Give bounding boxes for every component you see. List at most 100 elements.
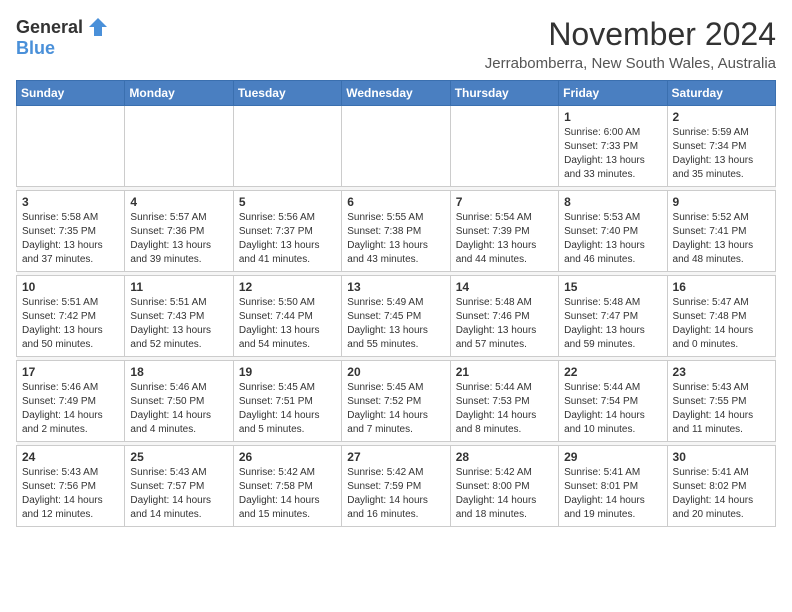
day-detail: Sunrise: 6:00 AMSunset: 7:33 PMDaylight:… bbox=[564, 126, 661, 182]
weekday-header-monday: Monday bbox=[125, 81, 233, 106]
day-number: 19 bbox=[239, 365, 336, 379]
day-detail: Sunrise: 5:41 AMSunset: 8:01 PMDaylight:… bbox=[564, 466, 661, 522]
page-header: General Blue November 2024 Jerrabomberra… bbox=[16, 16, 776, 72]
calendar-cell: 21Sunrise: 5:44 AMSunset: 7:53 PMDayligh… bbox=[450, 361, 558, 442]
day-number: 8 bbox=[564, 195, 661, 209]
weekday-header-friday: Friday bbox=[559, 81, 667, 106]
day-detail: Sunrise: 5:57 AMSunset: 7:36 PMDaylight:… bbox=[130, 211, 227, 267]
day-number: 22 bbox=[564, 365, 661, 379]
day-detail: Sunrise: 5:46 AMSunset: 7:50 PMDaylight:… bbox=[130, 381, 227, 437]
day-number: 11 bbox=[130, 280, 227, 294]
day-number: 12 bbox=[239, 280, 336, 294]
day-number: 25 bbox=[130, 450, 227, 464]
weekday-header-wednesday: Wednesday bbox=[342, 81, 450, 106]
calendar-cell: 6 Sunrise: 5:55 AMSunset: 7:38 PMDaylight… bbox=[342, 191, 450, 272]
day-detail: Sunrise: 5:44 AMSunset: 7:53 PMDaylight:… bbox=[456, 381, 553, 437]
day-number: 16 bbox=[673, 280, 770, 294]
day-detail: Sunrise: 5:59 AMSunset: 7:34 PMDaylight:… bbox=[673, 126, 770, 182]
calendar-week-row: 17 Sunrise: 5:46 AMSunset: 7:49 PMDayligh… bbox=[17, 361, 776, 442]
calendar-cell: 15 Sunrise: 5:48 AMSunset: 7:47 PMDayligh… bbox=[559, 276, 667, 357]
calendar-cell: 4Sunrise: 5:57 AMSunset: 7:36 PMDaylight… bbox=[125, 191, 233, 272]
day-number: 5 bbox=[239, 195, 336, 209]
logo-blue: Blue bbox=[16, 38, 55, 58]
day-number: 2 bbox=[673, 110, 770, 124]
calendar-cell: 17 Sunrise: 5:46 AMSunset: 7:49 PMDayligh… bbox=[17, 361, 125, 442]
logo-icon bbox=[87, 16, 109, 38]
day-detail: Sunrise: 5:44 AMSunset: 7:54 PMDaylight:… bbox=[564, 381, 661, 437]
calendar-cell: 11 Sunrise: 5:51 AMSunset: 7:43 PMDayligh… bbox=[125, 276, 233, 357]
calendar-cell: 30 Sunrise: 5:41 AMSunset: 8:02 PMDayligh… bbox=[667, 446, 775, 527]
day-detail: Sunrise: 5:52 AMSunset: 7:41 PMDaylight:… bbox=[673, 211, 770, 267]
day-number: 27 bbox=[347, 450, 444, 464]
day-detail: Sunrise: 5:45 AMSunset: 7:52 PMDaylight:… bbox=[347, 381, 444, 437]
month-title: November 2024 bbox=[485, 16, 776, 53]
day-detail: Sunrise: 5:47 AMSunset: 7:48 PMDaylight:… bbox=[673, 296, 770, 352]
day-detail: Sunrise: 5:50 AMSunset: 7:44 PMDaylight:… bbox=[239, 296, 336, 352]
day-number: 17 bbox=[22, 365, 119, 379]
calendar-cell: 25 Sunrise: 5:43 AMSunset: 7:57 PMDayligh… bbox=[125, 446, 233, 527]
logo-general: General bbox=[16, 17, 83, 38]
day-number: 7 bbox=[456, 195, 553, 209]
day-detail: Sunrise: 5:54 AMSunset: 7:39 PMDaylight:… bbox=[456, 211, 553, 267]
calendar-cell bbox=[450, 106, 558, 187]
logo: General Blue bbox=[16, 16, 109, 59]
day-detail: Sunrise: 5:46 AMSunset: 7:49 PMDaylight:… bbox=[22, 381, 119, 437]
day-detail: Sunrise: 5:42 AMSunset: 7:58 PMDaylight:… bbox=[239, 466, 336, 522]
location-title: Jerrabomberra, New South Wales, Australi… bbox=[485, 55, 776, 72]
day-detail: Sunrise: 5:48 AMSunset: 7:47 PMDaylight:… bbox=[564, 296, 661, 352]
day-detail: Sunrise: 5:45 AMSunset: 7:51 PMDaylight:… bbox=[239, 381, 336, 437]
day-detail: Sunrise: 5:43 AMSunset: 7:56 PMDaylight:… bbox=[22, 466, 119, 522]
day-detail: Sunrise: 5:49 AMSunset: 7:45 PMDaylight:… bbox=[347, 296, 444, 352]
calendar-cell bbox=[342, 106, 450, 187]
day-number: 1 bbox=[564, 110, 661, 124]
day-number: 15 bbox=[564, 280, 661, 294]
day-number: 23 bbox=[673, 365, 770, 379]
day-number: 28 bbox=[456, 450, 553, 464]
day-detail: Sunrise: 5:48 AMSunset: 7:46 PMDaylight:… bbox=[456, 296, 553, 352]
calendar-cell: 24 Sunrise: 5:43 AMSunset: 7:56 PMDayligh… bbox=[17, 446, 125, 527]
day-number: 30 bbox=[673, 450, 770, 464]
day-detail: Sunrise: 5:51 AMSunset: 7:43 PMDaylight:… bbox=[130, 296, 227, 352]
calendar-header-row: SundayMondayTuesdayWednesdayThursdayFrid… bbox=[17, 81, 776, 106]
calendar-cell bbox=[125, 106, 233, 187]
day-detail: Sunrise: 5:56 AMSunset: 7:37 PMDaylight:… bbox=[239, 211, 336, 267]
calendar-cell: 20 Sunrise: 5:45 AMSunset: 7:52 PMDayligh… bbox=[342, 361, 450, 442]
calendar-cell: 27 Sunrise: 5:42 AMSunset: 7:59 PMDayligh… bbox=[342, 446, 450, 527]
calendar-cell: 26Sunrise: 5:42 AMSunset: 7:58 PMDayligh… bbox=[233, 446, 341, 527]
day-number: 3 bbox=[22, 195, 119, 209]
calendar-cell: 19 Sunrise: 5:45 AMSunset: 7:51 PMDayligh… bbox=[233, 361, 341, 442]
day-number: 6 bbox=[347, 195, 444, 209]
calendar-table: SundayMondayTuesdayWednesdayThursdayFrid… bbox=[16, 80, 776, 527]
calendar-cell: 8Sunrise: 5:53 AMSunset: 7:40 PMDaylight… bbox=[559, 191, 667, 272]
calendar-week-row: 1 Sunrise: 6:00 AMSunset: 7:33 PMDaylight… bbox=[17, 106, 776, 187]
day-number: 13 bbox=[347, 280, 444, 294]
calendar-cell: 10 Sunrise: 5:51 AMSunset: 7:42 PMDayligh… bbox=[17, 276, 125, 357]
calendar-cell: 16 Sunrise: 5:47 AMSunset: 7:48 PMDayligh… bbox=[667, 276, 775, 357]
calendar-cell: 29 Sunrise: 5:41 AMSunset: 8:01 PMDayligh… bbox=[559, 446, 667, 527]
day-detail: Sunrise: 5:51 AMSunset: 7:42 PMDaylight:… bbox=[22, 296, 119, 352]
calendar-cell: 2 Sunrise: 5:59 AMSunset: 7:34 PMDaylight… bbox=[667, 106, 775, 187]
calendar-cell: 7 Sunrise: 5:54 AMSunset: 7:39 PMDaylight… bbox=[450, 191, 558, 272]
calendar-cell: 3Sunrise: 5:58 AMSunset: 7:35 PMDaylight… bbox=[17, 191, 125, 272]
day-detail: Sunrise: 5:43 AMSunset: 7:57 PMDaylight:… bbox=[130, 466, 227, 522]
day-number: 14 bbox=[456, 280, 553, 294]
day-number: 29 bbox=[564, 450, 661, 464]
weekday-header-sunday: Sunday bbox=[17, 81, 125, 106]
day-detail: Sunrise: 5:42 AMSunset: 7:59 PMDaylight:… bbox=[347, 466, 444, 522]
calendar-cell bbox=[17, 106, 125, 187]
day-number: 18 bbox=[130, 365, 227, 379]
calendar-cell: 9Sunrise: 5:52 AMSunset: 7:41 PMDaylight… bbox=[667, 191, 775, 272]
calendar-cell: 13 Sunrise: 5:49 AMSunset: 7:45 PMDayligh… bbox=[342, 276, 450, 357]
calendar-cell: 5 Sunrise: 5:56 AMSunset: 7:37 PMDaylight… bbox=[233, 191, 341, 272]
day-number: 20 bbox=[347, 365, 444, 379]
day-detail: Sunrise: 5:42 AMSunset: 8:00 PMDaylight:… bbox=[456, 466, 553, 522]
calendar-cell: 12 Sunrise: 5:50 AMSunset: 7:44 PMDayligh… bbox=[233, 276, 341, 357]
title-block: November 2024 Jerrabomberra, New South W… bbox=[485, 16, 776, 72]
day-number: 10 bbox=[22, 280, 119, 294]
day-detail: Sunrise: 5:41 AMSunset: 8:02 PMDaylight:… bbox=[673, 466, 770, 522]
weekday-header-thursday: Thursday bbox=[450, 81, 558, 106]
calendar-cell: 22 Sunrise: 5:44 AMSunset: 7:54 PMDayligh… bbox=[559, 361, 667, 442]
day-detail: Sunrise: 5:55 AMSunset: 7:38 PMDaylight:… bbox=[347, 211, 444, 267]
calendar-week-row: 10 Sunrise: 5:51 AMSunset: 7:42 PMDayligh… bbox=[17, 276, 776, 357]
day-number: 24 bbox=[22, 450, 119, 464]
